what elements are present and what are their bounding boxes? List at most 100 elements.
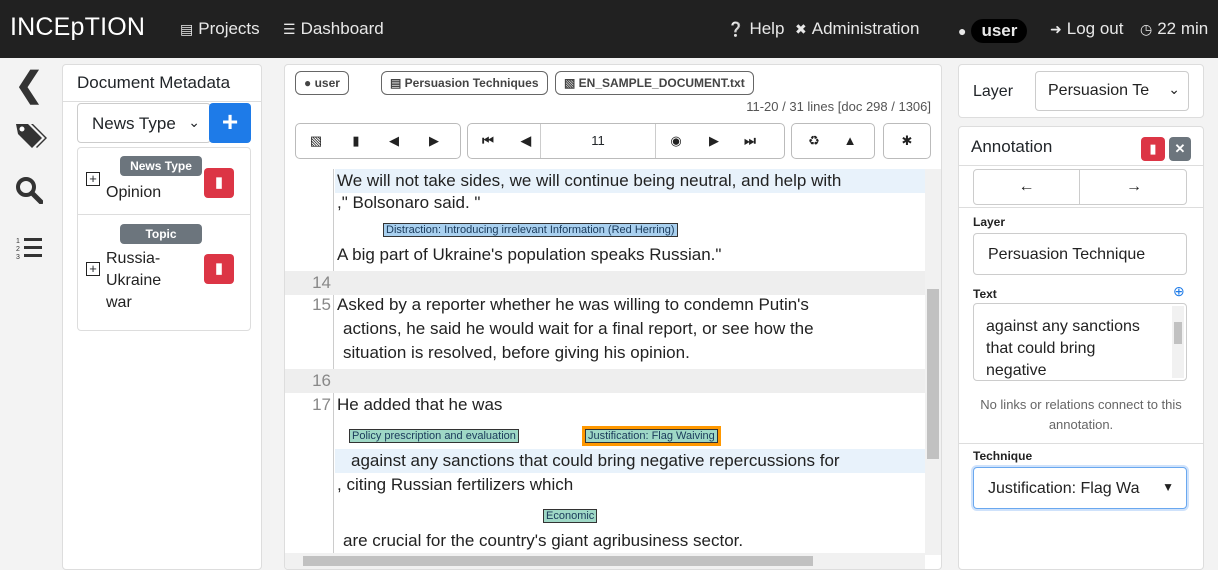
search-icon[interactable] — [14, 176, 44, 206]
field-text-area[interactable]: against any sanctions that could bring n… — [973, 303, 1187, 381]
text-line: are crucial for the country's giant agri… — [343, 531, 744, 550]
tools-icon: ✖ — [795, 20, 807, 37]
vertical-scrollbar[interactable] — [925, 169, 941, 555]
last-page-icon[interactable]: ⏭ — [740, 133, 760, 149]
text-line: Asked by a reporter whether he was willi… — [337, 295, 809, 314]
text-line: , citing Russian fertilizers which — [337, 475, 574, 494]
eye-icon[interactable]: ◉ — [666, 133, 686, 149]
breadcrumb-user[interactable]: ● user — [295, 71, 349, 95]
metadata-value-topic-1: Russia- — [106, 250, 161, 267]
numbered-list-icon[interactable]: 123 — [14, 234, 44, 264]
empty-line-row — [285, 271, 925, 295]
page-number-input[interactable]: 11 — [540, 124, 656, 158]
divider — [959, 443, 1203, 444]
add-metadata-button[interactable]: + — [209, 103, 251, 143]
topic-badge: Topic — [120, 224, 202, 244]
layer-label: Layer — [973, 83, 1014, 100]
svg-text:2: 2 — [16, 246, 20, 253]
text-line: ," Bolsonaro said. " — [337, 193, 481, 212]
prev-document-icon[interactable]: ◀ — [384, 133, 404, 149]
toolbar-group-settings: ✱ — [883, 123, 931, 159]
brand-logo[interactable]: INCEpTION — [10, 13, 145, 42]
first-page-icon[interactable]: ⏮ — [478, 133, 498, 149]
technique-select[interactable]: Justification: Flag Wa ▼ — [973, 467, 1187, 509]
close-icon[interactable]: ✕ — [1169, 137, 1191, 161]
document-text-area[interactable]: We will not take sides, we will continue… — [285, 169, 925, 555]
delete-trash-icon[interactable]: ▮ — [204, 168, 234, 198]
breadcrumb-project-label: Persuasion Techniques — [404, 76, 539, 90]
metadata-list: News Type + Opinion ▮ Topic + Russia- Uk… — [77, 147, 251, 331]
crosshair-locate-icon[interactable]: ⊕ — [1173, 283, 1185, 300]
nav-administration[interactable]: ✖ Administration — [795, 19, 919, 39]
metadata-layer-select[interactable]: News Type ⌄ — [77, 103, 211, 143]
field-text-line: against any sanctions — [986, 318, 1140, 335]
next-page-icon[interactable]: ▶ — [704, 133, 724, 149]
text-line: situation is resolved, before giving his… — [343, 343, 690, 362]
annotation-red-herring[interactable]: Distraction: Introducing irrelevant Info… — [383, 223, 678, 237]
reset-recycle-icon[interactable]: ♻ — [804, 133, 824, 149]
nav-projects[interactable]: ▤ Projects — [180, 19, 260, 39]
delete-trash-icon[interactable]: ▮ — [204, 254, 234, 284]
annotation-nav-group: ← → — [973, 169, 1187, 205]
layer-select[interactable]: Persuasion Te ⌄ — [1035, 71, 1189, 111]
gear-icon[interactable]: ✱ — [897, 133, 917, 149]
nav-dashboard-label: Dashboard — [300, 19, 384, 38]
textarea-scrollbar[interactable] — [1172, 306, 1184, 378]
metadata-value-opinion: Opinion — [106, 184, 162, 201]
metadata-title: Document Metadata — [77, 73, 231, 92]
annotation-policy[interactable]: Policy prescription and evaluation — [349, 429, 519, 443]
text-line: We will not take sides, we will continue… — [337, 171, 842, 190]
collapse-chevron-icon[interactable]: ❮ — [14, 68, 44, 102]
delete-annotation-button[interactable]: ▮ — [1141, 137, 1165, 161]
expand-icon[interactable]: + — [86, 172, 100, 186]
export-file-icon[interactable]: ▮ — [346, 133, 366, 149]
prev-page-icon[interactable]: ◀ — [516, 133, 536, 149]
nav-help-label: Help — [749, 19, 785, 38]
toolbar-group-navigation: ⏮ ◀ 11 ◉ ▶ ⏭ — [467, 123, 785, 159]
scroll-thumb[interactable] — [927, 289, 939, 459]
nav-user[interactable]: ● user — [958, 19, 1028, 43]
next-document-icon[interactable]: ▶ — [424, 133, 444, 149]
caret-down-icon: ▼ — [1162, 480, 1174, 494]
user-icon: ● — [958, 23, 967, 39]
line-number: 17 — [312, 395, 331, 414]
nav-dashboard[interactable]: ☰ Dashboard — [283, 19, 384, 39]
session-timer: ◷ 22 min — [1140, 19, 1208, 39]
breadcrumb-project[interactable]: ▤ Persuasion Techniques — [381, 71, 548, 95]
news-type-badge: News Type — [120, 156, 202, 176]
scroll-thumb[interactable] — [1174, 322, 1182, 344]
annotation-flag-waving-selected[interactable]: Justification: Flag Waiving — [585, 429, 718, 443]
breadcrumb-document-label: EN_SAMPLE_DOCUMENT.txt — [578, 76, 745, 90]
nav-help[interactable]: ❔ Help — [727, 19, 784, 39]
help-icon: ❔ — [727, 20, 745, 37]
divider — [959, 165, 1203, 166]
text-line: against any sanctions that could bring n… — [351, 451, 840, 470]
toolbar-group-documents: ▧ ▮ ◀ ▶ — [295, 123, 461, 159]
breadcrumb-document[interactable]: ▧ EN_SAMPLE_DOCUMENT.txt — [555, 71, 754, 95]
projects-icon: ▤ — [180, 20, 194, 37]
unlock-icon[interactable]: ▲ — [840, 133, 860, 148]
scroll-thumb[interactable] — [303, 556, 813, 566]
nav-logout[interactable]: ➜ Log out — [1050, 19, 1123, 39]
open-folder-icon[interactable]: ▧ — [306, 133, 326, 149]
divider — [959, 207, 1203, 208]
horizontal-scrollbar[interactable] — [285, 553, 925, 569]
line-number-gutter — [333, 169, 334, 555]
nav-logout-label: Log out — [1066, 19, 1124, 38]
line-number: 16 — [312, 371, 331, 390]
next-annotation-arrow-icon[interactable]: → — [1081, 170, 1187, 204]
line-number: 14 — [312, 273, 331, 292]
expand-icon[interactable]: + — [86, 262, 100, 276]
metadata-layer-select-value: News Type — [92, 114, 176, 133]
toolbar-group-actions: ♻ ▲ — [791, 123, 875, 159]
divider — [63, 101, 261, 102]
layer-select-value: Persuasion Te — [1048, 82, 1150, 99]
prev-annotation-arrow-icon[interactable]: ← — [974, 170, 1080, 204]
field-text-line: negative — [986, 362, 1047, 379]
text-line: A big part of Ukraine's population speak… — [337, 245, 722, 264]
logout-icon: ➜ — [1050, 20, 1062, 37]
line-number: 15 — [312, 295, 331, 314]
annotation-economic[interactable]: Economic — [543, 509, 598, 523]
tags-icon[interactable] — [14, 120, 47, 150]
chevron-down-icon: ⌄ — [1168, 81, 1180, 97]
